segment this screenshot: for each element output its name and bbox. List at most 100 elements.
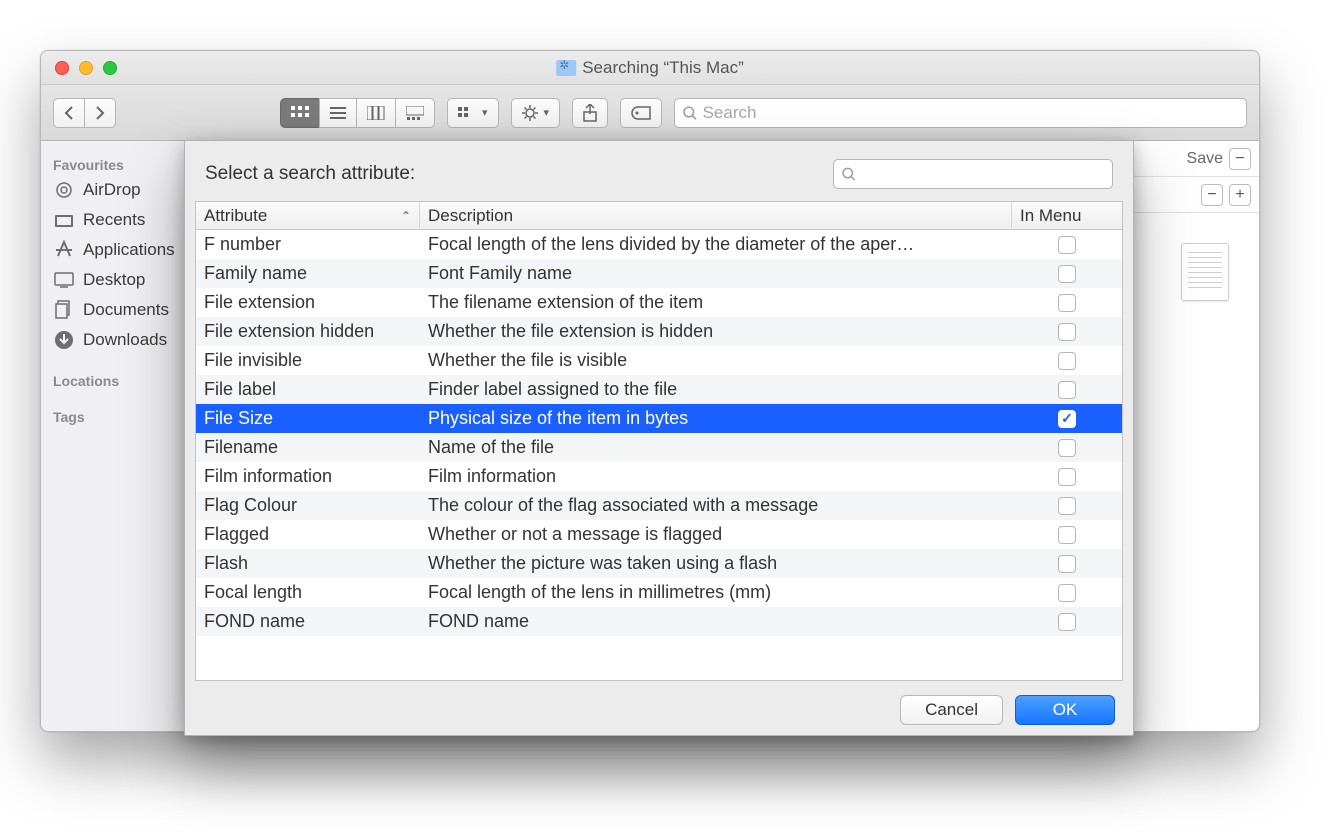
sidebar-item-label: AirDrop bbox=[83, 180, 141, 200]
cell-in-menu bbox=[1012, 526, 1122, 544]
table-row[interactable]: Focal lengthFocal length of the lens in … bbox=[196, 578, 1122, 607]
close-window-button[interactable] bbox=[55, 61, 69, 75]
table-row[interactable]: Flag ColourThe colour of the flag associ… bbox=[196, 491, 1122, 520]
table-row[interactable]: File extension hiddenWhether the file ex… bbox=[196, 317, 1122, 346]
table-row[interactable]: FilenameName of the file bbox=[196, 433, 1122, 462]
cell-in-menu bbox=[1012, 410, 1122, 428]
dialog-title: Select a search attribute: bbox=[205, 163, 415, 185]
sidebar-item-documents[interactable]: Documents bbox=[41, 295, 192, 325]
forward-button[interactable] bbox=[84, 98, 116, 128]
sidebar-item-label: Documents bbox=[83, 300, 169, 320]
cell-attribute: File label bbox=[196, 379, 420, 400]
grid-icon bbox=[291, 106, 309, 120]
in-menu-checkbox[interactable] bbox=[1058, 323, 1076, 341]
add-row-button[interactable]: + bbox=[1229, 184, 1251, 206]
table-row[interactable]: FlashWhether the picture was taken using… bbox=[196, 549, 1122, 578]
table-row[interactable]: F numberFocal length of the lens divided… bbox=[196, 230, 1122, 259]
in-menu-checkbox[interactable] bbox=[1058, 439, 1076, 457]
ok-button[interactable]: OK bbox=[1015, 695, 1115, 725]
table-row[interactable]: Film informationFilm information bbox=[196, 462, 1122, 491]
column-header-in-menu[interactable]: In Menu bbox=[1012, 202, 1122, 229]
table-body[interactable]: F numberFocal length of the lens divided… bbox=[196, 230, 1122, 680]
in-menu-checkbox[interactable] bbox=[1058, 526, 1076, 544]
in-menu-checkbox[interactable] bbox=[1058, 236, 1076, 254]
column-view-button[interactable] bbox=[356, 98, 395, 128]
remove-criteria-button[interactable]: − bbox=[1229, 148, 1251, 170]
attribute-picker-dialog: Select a search attribute: Attribute ⌃ D… bbox=[184, 140, 1134, 736]
cell-in-menu bbox=[1012, 352, 1122, 370]
cell-in-menu bbox=[1012, 294, 1122, 312]
cell-in-menu bbox=[1012, 468, 1122, 486]
cell-description: FOND name bbox=[420, 611, 1012, 632]
titlebar: Searching “This Mac” bbox=[41, 51, 1259, 85]
toolbar: ▾ ▾ bbox=[41, 85, 1259, 141]
in-menu-checkbox[interactable] bbox=[1058, 584, 1076, 602]
table-row[interactable]: File invisibleWhether the file is visibl… bbox=[196, 346, 1122, 375]
save-search-button[interactable]: Save bbox=[1187, 150, 1223, 168]
tags-button[interactable] bbox=[620, 98, 662, 128]
maximize-window-button[interactable] bbox=[103, 61, 117, 75]
gallery-view-button[interactable] bbox=[395, 98, 435, 128]
list-view-button[interactable] bbox=[319, 98, 356, 128]
view-switcher bbox=[280, 98, 435, 128]
sidebar-item-desktop[interactable]: Desktop bbox=[41, 265, 192, 295]
table-row[interactable]: FOND nameFOND name bbox=[196, 607, 1122, 636]
cell-in-menu bbox=[1012, 323, 1122, 341]
table-row[interactable]: File labelFinder label assigned to the f… bbox=[196, 375, 1122, 404]
in-menu-checkbox[interactable] bbox=[1058, 352, 1076, 370]
cell-attribute: Flash bbox=[196, 553, 420, 574]
cell-attribute: File extension bbox=[196, 292, 420, 313]
sidebar-heading-favourites: Favourites bbox=[41, 151, 192, 175]
search-icon bbox=[842, 167, 855, 181]
cell-in-menu bbox=[1012, 497, 1122, 515]
share-button[interactable] bbox=[572, 98, 608, 128]
column-header-attribute[interactable]: Attribute ⌃ bbox=[196, 202, 420, 229]
sidebar: Favourites AirDrop Recents Applications … bbox=[41, 141, 193, 731]
in-menu-checkbox[interactable] bbox=[1058, 294, 1076, 312]
nav-buttons bbox=[53, 98, 116, 128]
minimize-window-button[interactable] bbox=[79, 61, 93, 75]
sidebar-item-label: Downloads bbox=[83, 330, 167, 350]
sidebar-item-airdrop[interactable]: AirDrop bbox=[41, 175, 192, 205]
sidebar-item-applications[interactable]: Applications bbox=[41, 235, 192, 265]
in-menu-checkbox[interactable] bbox=[1058, 381, 1076, 399]
sidebar-item-downloads[interactable]: Downloads bbox=[41, 325, 192, 355]
tag-icon bbox=[631, 106, 651, 120]
toolbar-search[interactable] bbox=[674, 98, 1247, 128]
cancel-button[interactable]: Cancel bbox=[900, 695, 1003, 725]
documents-icon bbox=[53, 299, 75, 321]
toolbar-search-input[interactable] bbox=[703, 103, 1238, 123]
cell-in-menu bbox=[1012, 381, 1122, 399]
dialog-footer: Cancel OK bbox=[185, 681, 1133, 735]
in-menu-checkbox[interactable] bbox=[1058, 265, 1076, 283]
cell-attribute: Flag Colour bbox=[196, 495, 420, 516]
cell-description: Focal length of the lens in millimetres … bbox=[420, 582, 1012, 603]
table-row[interactable]: FlaggedWhether or not a message is flagg… bbox=[196, 520, 1122, 549]
dialog-search[interactable] bbox=[833, 159, 1113, 189]
chevron-left-icon bbox=[64, 106, 74, 120]
in-menu-checkbox[interactable] bbox=[1058, 497, 1076, 515]
cell-description: Film information bbox=[420, 466, 1012, 487]
in-menu-checkbox[interactable] bbox=[1058, 613, 1076, 631]
column-header-description[interactable]: Description bbox=[420, 202, 1012, 229]
sidebar-item-label: Desktop bbox=[83, 270, 145, 290]
in-menu-checkbox[interactable] bbox=[1058, 555, 1076, 573]
in-menu-checkbox[interactable] bbox=[1058, 410, 1076, 428]
airdrop-icon bbox=[53, 179, 75, 201]
group-by-button[interactable]: ▾ bbox=[447, 98, 499, 128]
result-item-thumbnail[interactable] bbox=[1181, 243, 1229, 301]
remove-row-button[interactable]: − bbox=[1201, 184, 1223, 206]
cell-description: Whether the file extension is hidden bbox=[420, 321, 1012, 342]
cell-attribute: Filename bbox=[196, 437, 420, 458]
back-button[interactable] bbox=[53, 98, 84, 128]
cell-in-menu bbox=[1012, 439, 1122, 457]
icon-view-button[interactable] bbox=[280, 98, 319, 128]
cell-in-menu bbox=[1012, 265, 1122, 283]
in-menu-checkbox[interactable] bbox=[1058, 468, 1076, 486]
sidebar-item-recents[interactable]: Recents bbox=[41, 205, 192, 235]
action-button[interactable]: ▾ bbox=[511, 98, 561, 128]
table-row[interactable]: File extensionThe filename extension of … bbox=[196, 288, 1122, 317]
table-row[interactable]: Family nameFont Family name bbox=[196, 259, 1122, 288]
table-row[interactable]: File SizePhysical size of the item in by… bbox=[196, 404, 1122, 433]
dialog-search-input[interactable] bbox=[855, 165, 1104, 183]
